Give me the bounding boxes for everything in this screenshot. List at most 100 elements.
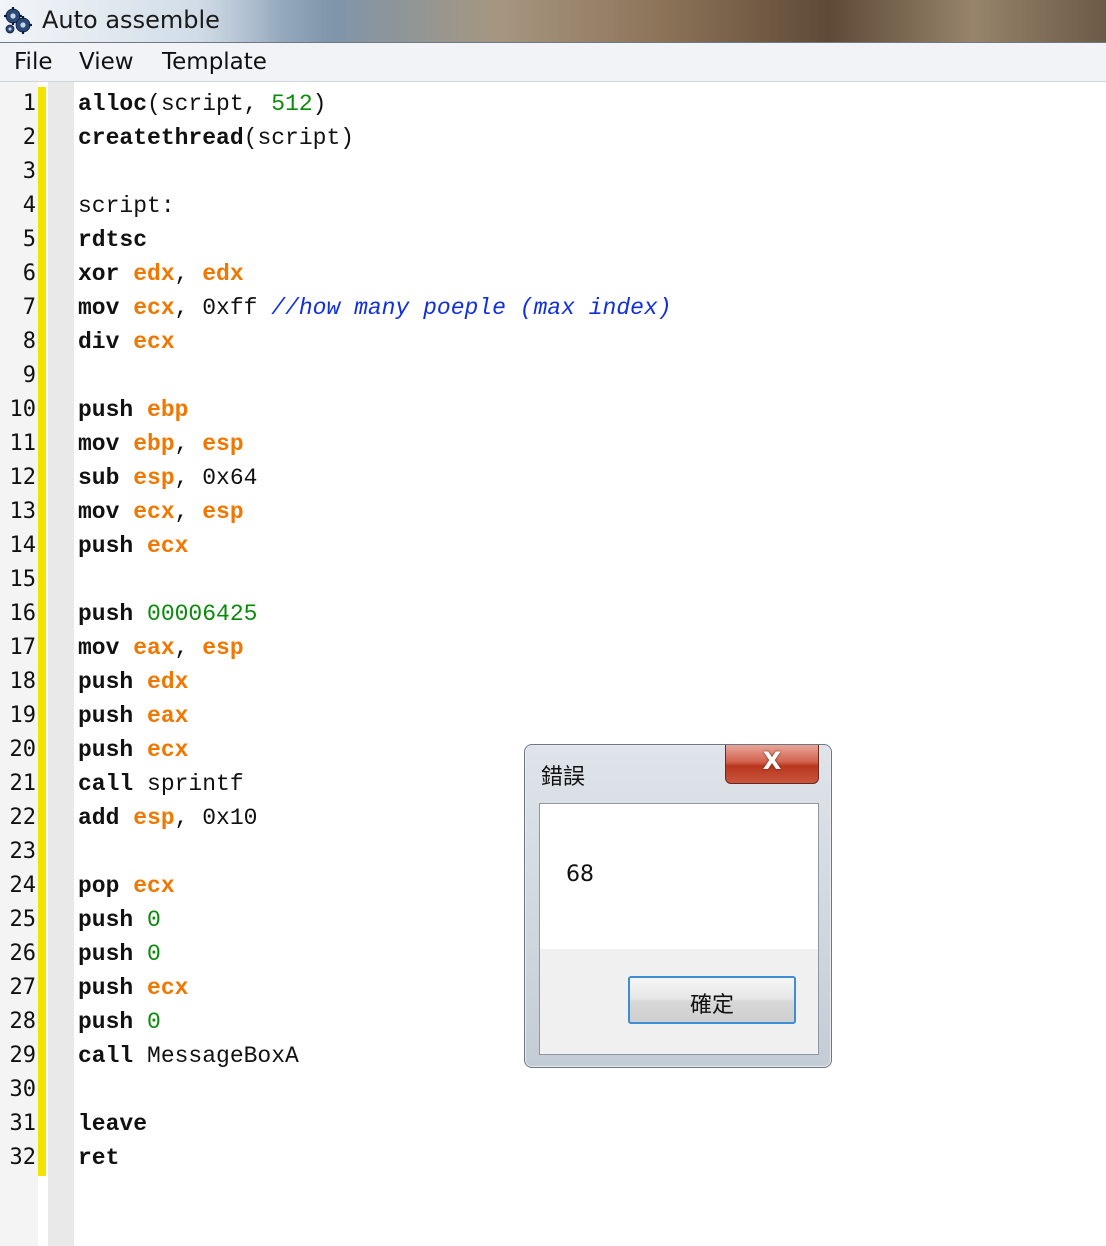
code-register: ecx bbox=[147, 975, 189, 1001]
line-number: 5 bbox=[22, 227, 36, 252]
window-title: Auto assemble bbox=[42, 6, 220, 34]
menu-bar: File View Template bbox=[0, 43, 1106, 82]
dialog-title: 錯誤 bbox=[541, 765, 586, 790]
code-line[interactable]: leave bbox=[78, 1107, 147, 1141]
code-editor[interactable]: 1 alloc(script, 512) 2 createthread(script)… bbox=[0, 82, 1106, 1246]
ok-button-label: 確定 bbox=[689, 993, 734, 1018]
code-line[interactable]: sub esp, 0x64 bbox=[78, 461, 257, 495]
code-keyword: ret bbox=[78, 1145, 120, 1171]
line-number: 31 bbox=[9, 1111, 37, 1136]
code-text: (script) bbox=[243, 125, 355, 151]
code-register: edx bbox=[202, 261, 244, 287]
code-line[interactable]: push ecx bbox=[78, 529, 188, 563]
code-number: 00006425 bbox=[147, 601, 258, 627]
gear-cluster-icon[interactable] bbox=[2, 4, 34, 36]
line-number: 9 bbox=[22, 363, 36, 388]
code-text: script: bbox=[78, 193, 175, 219]
code-keyword: sub bbox=[78, 465, 134, 491]
line-number: 24 bbox=[9, 873, 37, 898]
code-register: ecx bbox=[147, 533, 189, 559]
line-number: 4 bbox=[22, 193, 36, 218]
line-number: 28 bbox=[9, 1009, 37, 1034]
code-line[interactable]: rdtsc bbox=[78, 223, 147, 257]
code-keyword: pop bbox=[78, 873, 134, 899]
code-line[interactable]: script: bbox=[78, 189, 175, 223]
code-line[interactable]: push ecx bbox=[78, 971, 188, 1005]
code-keyword: mov bbox=[78, 499, 134, 525]
code-register: ebp bbox=[133, 431, 175, 457]
code-line[interactable]: push 0 bbox=[78, 1005, 161, 1039]
code-register: eax bbox=[147, 703, 189, 729]
line-number: 7 bbox=[22, 295, 36, 320]
menu-template[interactable]: Template bbox=[162, 47, 267, 77]
dialog-message-area: 68 bbox=[540, 804, 818, 949]
line-number: 12 bbox=[9, 465, 37, 490]
code-register: ecx bbox=[133, 295, 175, 321]
code-text: , bbox=[174, 431, 203, 457]
code-line[interactable]: call MessageBoxA bbox=[78, 1039, 299, 1073]
line-number: 19 bbox=[9, 703, 37, 728]
code-line[interactable]: alloc(script, 512) bbox=[78, 87, 326, 121]
line-number: 29 bbox=[9, 1043, 37, 1068]
ok-button[interactable]: 確定 bbox=[628, 976, 796, 1024]
code-keyword: push bbox=[78, 669, 148, 695]
line-number: 26 bbox=[9, 941, 37, 966]
code-line[interactable]: push edx bbox=[78, 665, 188, 699]
title-bar: Auto assemble bbox=[0, 0, 1106, 43]
line-number: 16 bbox=[9, 601, 37, 626]
code-register: ecx bbox=[133, 873, 175, 899]
code-line[interactable]: ret bbox=[78, 1141, 119, 1175]
code-line[interactable]: mov eax, esp bbox=[78, 631, 244, 665]
code-register: ecx bbox=[133, 499, 175, 525]
dialog-close-button[interactable]: X bbox=[725, 745, 819, 784]
code-line[interactable]: push 0 bbox=[78, 937, 161, 971]
line-number: 1 bbox=[22, 91, 36, 116]
code-keyword: div bbox=[78, 329, 134, 355]
code-register: esp bbox=[133, 805, 175, 831]
code-register: edx bbox=[147, 669, 189, 695]
code-line[interactable]: call sprintf bbox=[78, 767, 244, 801]
code-keyword: mov bbox=[78, 431, 134, 457]
line-number: 25 bbox=[9, 907, 37, 932]
code-line[interactable]: xor edx, edx bbox=[78, 257, 244, 291]
code-keyword: leave bbox=[78, 1111, 148, 1137]
line-number: 20 bbox=[9, 737, 37, 762]
code-register: edx bbox=[133, 261, 175, 287]
code-line[interactable]: mov ecx, 0xff //how many poeple (max ind… bbox=[78, 291, 672, 325]
code-line[interactable]: push ecx bbox=[78, 733, 188, 767]
code-keyword: push bbox=[78, 907, 148, 933]
line-number: 22 bbox=[9, 805, 37, 830]
code-keyword: push bbox=[78, 737, 148, 763]
change-marker-bar bbox=[38, 87, 46, 1176]
code-line[interactable]: div ecx bbox=[78, 325, 175, 359]
line-number: 2 bbox=[22, 125, 36, 150]
code-keyword: alloc bbox=[78, 91, 148, 117]
code-text: , 0x10 bbox=[174, 805, 258, 831]
code-register: ecx bbox=[147, 737, 189, 763]
code-line[interactable]: push ebp bbox=[78, 393, 188, 427]
fold-margin bbox=[48, 82, 74, 1246]
code-line[interactable]: push eax bbox=[78, 699, 188, 733]
code-comment: //how many poeple (max index) bbox=[271, 295, 672, 321]
code-line[interactable]: push 0 bbox=[78, 903, 161, 937]
menu-file[interactable]: File bbox=[14, 47, 53, 77]
code-number: 0 bbox=[147, 907, 161, 933]
line-number: 13 bbox=[9, 499, 37, 524]
code-text: ) bbox=[312, 91, 327, 117]
code-line[interactable]: pop ecx bbox=[78, 869, 175, 903]
menu-view[interactable]: View bbox=[79, 47, 134, 77]
code-keyword: call bbox=[78, 771, 148, 797]
code-line[interactable]: add esp, 0x10 bbox=[78, 801, 257, 835]
code-number: 512 bbox=[271, 91, 313, 117]
line-number: 10 bbox=[9, 397, 37, 422]
code-line[interactable]: push 00006425 bbox=[78, 597, 257, 631]
code-line[interactable]: mov ecx, esp bbox=[78, 495, 244, 529]
line-number: 8 bbox=[22, 329, 36, 354]
code-keyword: xor bbox=[78, 261, 134, 287]
line-number: 15 bbox=[9, 567, 37, 592]
line-number: 32 bbox=[9, 1145, 37, 1170]
code-keyword: call bbox=[78, 1043, 148, 1069]
code-line[interactable]: createthread(script) bbox=[78, 121, 354, 155]
code-line[interactable]: mov ebp, esp bbox=[78, 427, 244, 461]
line-number: 23 bbox=[9, 839, 37, 864]
